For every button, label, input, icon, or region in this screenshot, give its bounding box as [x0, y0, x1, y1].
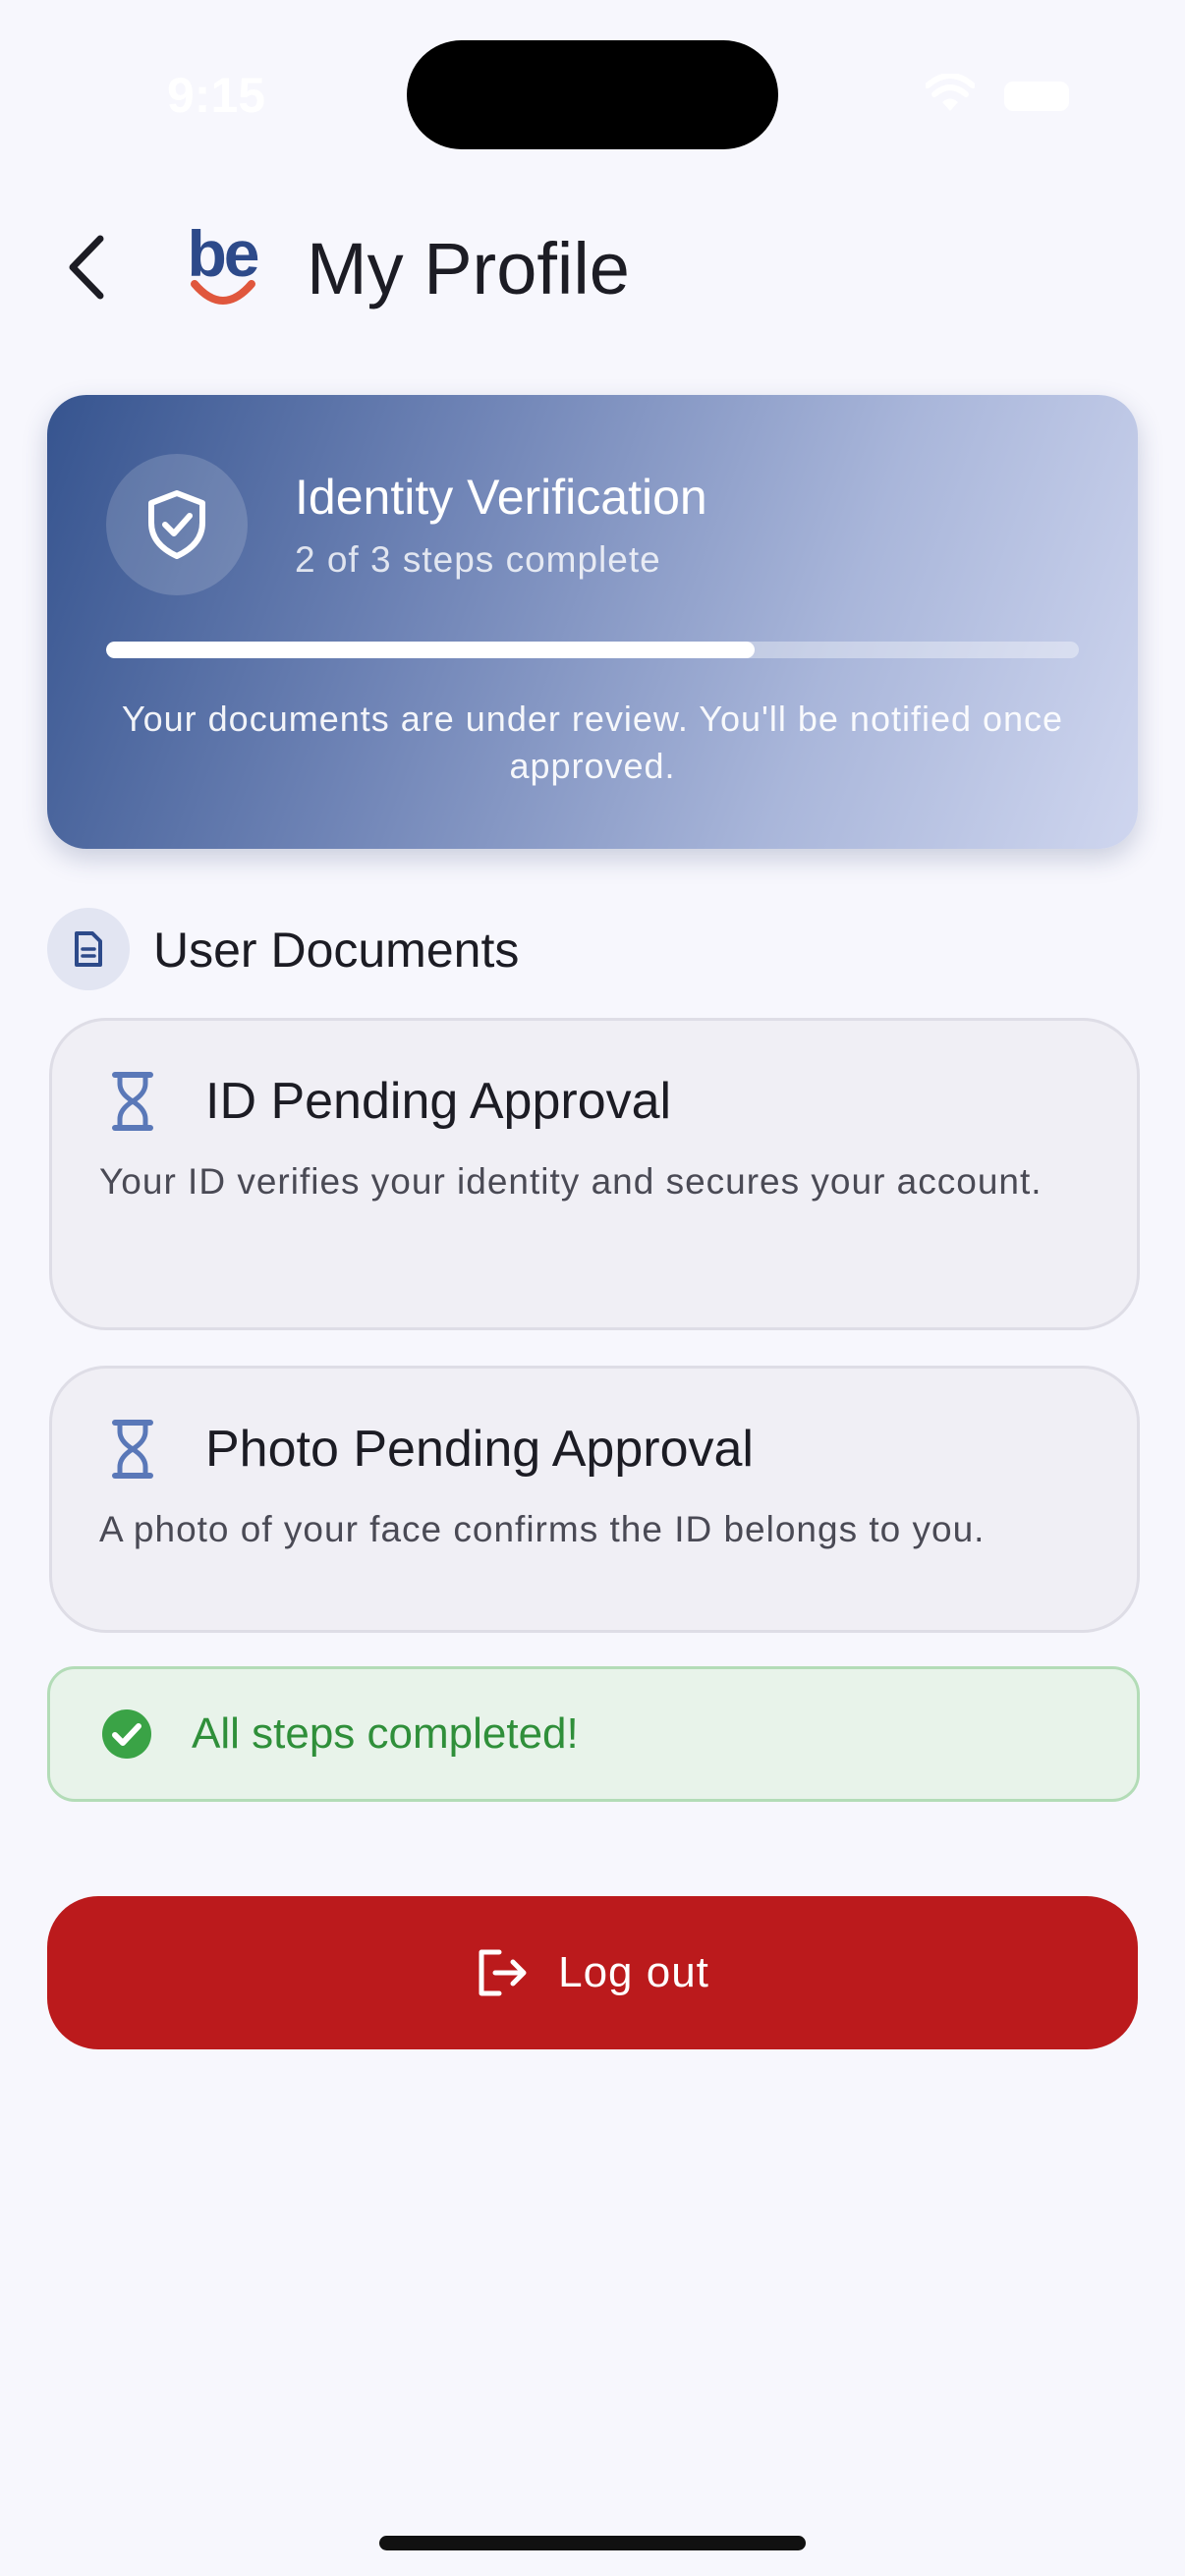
verification-title: Identity Verification: [295, 470, 707, 525]
wifi-icon: [926, 74, 975, 111]
shield-badge: [106, 454, 248, 595]
id-document-card[interactable]: ID Pending Approval Your ID verifies you…: [49, 1018, 1140, 1330]
logout-icon: [479, 1949, 527, 1996]
hourglass-icon: [112, 1072, 153, 1131]
battery-icon: [1004, 82, 1069, 111]
shield-check-icon: [148, 490, 205, 559]
document-card-description: Your ID verifies your identity and secur…: [99, 1161, 1043, 1202]
document-badge: [47, 908, 130, 990]
section-title: User Documents: [153, 923, 520, 978]
completion-banner: All steps completed!: [47, 1666, 1140, 1802]
logout-label: Log out: [558, 1948, 709, 1996]
logo-smile-icon: [191, 280, 255, 305]
page-header: be My Profile: [0, 206, 1185, 324]
check-circle-icon: [102, 1709, 151, 1759]
document-card-description: A photo of your face confirms the ID bel…: [99, 1509, 986, 1549]
logout-button[interactable]: Log out: [47, 1896, 1138, 2049]
page-title: My Profile: [307, 228, 630, 309]
logo-text: be: [187, 217, 259, 290]
document-card-title: ID Pending Approval: [205, 1073, 672, 1130]
identity-verification-card: Identity Verification 2 of 3 steps compl…: [47, 395, 1138, 849]
back-button[interactable]: [51, 228, 122, 307]
photo-document-card[interactable]: Photo Pending Approval A photo of your f…: [49, 1366, 1140, 1633]
verification-progress-bar: [106, 642, 1079, 658]
status-time: 9:15: [167, 68, 266, 123]
dynamic-island: [407, 40, 778, 149]
app-logo: be: [183, 221, 261, 315]
hourglass-icon: [112, 1420, 153, 1479]
verification-progress-fill: [106, 642, 756, 658]
completion-text: All steps completed!: [192, 1709, 579, 1758]
verification-note: Your documents are under review. You'll …: [121, 699, 1064, 786]
document-card-title: Photo Pending Approval: [205, 1421, 754, 1478]
verification-steps: 2 of 3 steps complete: [295, 539, 661, 580]
home-indicator: [379, 2536, 806, 2550]
chevron-left-icon: [69, 235, 104, 300]
document-icon: [75, 931, 102, 967]
